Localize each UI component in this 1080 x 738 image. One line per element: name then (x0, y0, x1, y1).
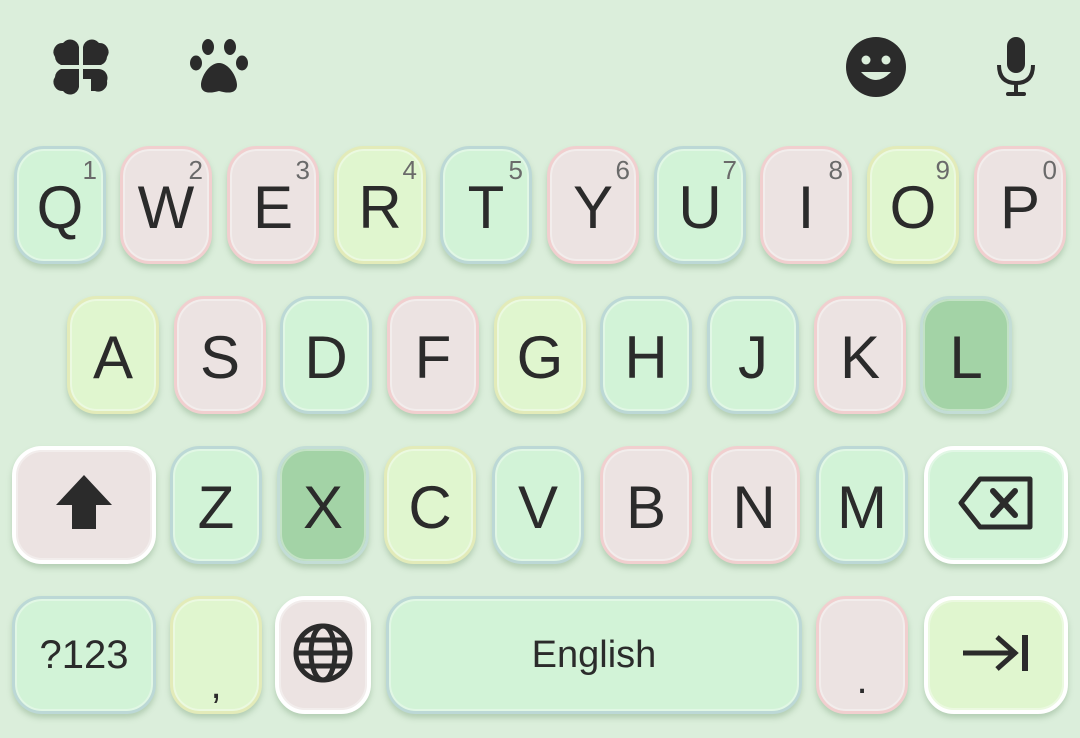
key-label: I (797, 174, 815, 241)
key-label: Q (36, 174, 84, 241)
key-label: F (414, 324, 452, 391)
period-key[interactable]: . (816, 596, 908, 714)
key-u[interactable]: U 7 (654, 146, 746, 264)
clover-icon[interactable] (50, 36, 112, 98)
symbols-key[interactable]: ?123 (12, 596, 156, 714)
key-z[interactable]: Z (170, 446, 262, 564)
key-r[interactable]: R 4 (334, 146, 426, 264)
key-label: H (624, 324, 668, 391)
comma-label: , (210, 662, 222, 707)
key-l[interactable]: L (920, 296, 1012, 414)
key-n[interactable]: N (708, 446, 800, 564)
key-label: Y (572, 174, 614, 241)
key-p[interactable]: P 0 (974, 146, 1066, 264)
key-label: R (358, 174, 402, 241)
key-hint: 5 (508, 155, 523, 185)
key-k[interactable]: K (814, 296, 906, 414)
space-key[interactable]: English (386, 596, 802, 714)
key-y[interactable]: Y 6 (547, 146, 639, 264)
key-o[interactable]: O 9 (867, 146, 959, 264)
key-hint: 0 (1042, 155, 1057, 185)
emoji-icon[interactable] (845, 36, 907, 98)
period-label: . (856, 657, 868, 702)
backspace-key[interactable] (924, 446, 1068, 564)
key-s[interactable]: S (174, 296, 266, 414)
key-i[interactable]: I 8 (760, 146, 852, 264)
tab-arrow-icon (961, 631, 1031, 680)
backspace-icon (958, 475, 1034, 536)
key-label: E (252, 174, 294, 241)
key-hint: 2 (188, 155, 203, 185)
key-j[interactable]: J (707, 296, 799, 414)
microphone-icon[interactable] (985, 34, 1047, 100)
key-q[interactable]: Q 1 (14, 146, 106, 264)
key-label: X (302, 474, 344, 541)
key-a[interactable]: A (67, 296, 159, 414)
key-label: D (304, 324, 348, 391)
key-t[interactable]: T 5 (440, 146, 532, 264)
key-m[interactable]: M (816, 446, 908, 564)
key-hint: 4 (402, 155, 417, 185)
key-g[interactable]: G (494, 296, 586, 414)
key-x[interactable]: X (277, 446, 369, 564)
key-label: B (625, 474, 667, 541)
key-d[interactable]: D (280, 296, 372, 414)
key-h[interactable]: H (600, 296, 692, 414)
key-label: O (889, 174, 937, 241)
key-label: V (517, 474, 559, 541)
key-hint: 1 (82, 155, 97, 185)
key-label: U (678, 174, 722, 241)
key-label: S (199, 324, 241, 391)
key-hint: 3 (295, 155, 310, 185)
key-v[interactable]: V (492, 446, 584, 564)
key-label: K (839, 324, 881, 391)
key-hint: 9 (935, 155, 950, 185)
key-f[interactable]: F (387, 296, 479, 414)
symbols-label: ?123 (39, 632, 129, 677)
language-key[interactable] (275, 596, 371, 714)
enter-key[interactable] (924, 596, 1068, 714)
key-c[interactable]: C (384, 446, 476, 564)
key-hint: 8 (828, 155, 843, 185)
key-label: T (467, 174, 505, 241)
key-hint: 6 (615, 155, 630, 185)
key-label: C (408, 474, 452, 541)
key-label: W (137, 174, 195, 241)
comma-key[interactable]: , (170, 596, 262, 714)
key-label: P (999, 174, 1041, 241)
shift-icon (54, 473, 114, 538)
key-e[interactable]: E 3 (227, 146, 319, 264)
key-label: L (949, 324, 983, 391)
globe-icon (292, 622, 354, 689)
key-b[interactable]: B (600, 446, 692, 564)
paw-icon[interactable] (188, 36, 250, 98)
key-label: G (516, 324, 564, 391)
key-label: N (732, 474, 776, 541)
key-label: Z (197, 474, 235, 541)
key-label: M (837, 474, 887, 541)
key-w[interactable]: W 2 (120, 146, 212, 264)
key-hint: 7 (722, 155, 737, 185)
key-label: A (92, 324, 134, 391)
key-label: J (738, 324, 768, 391)
space-label: English (531, 633, 657, 676)
shift-key[interactable] (12, 446, 156, 564)
